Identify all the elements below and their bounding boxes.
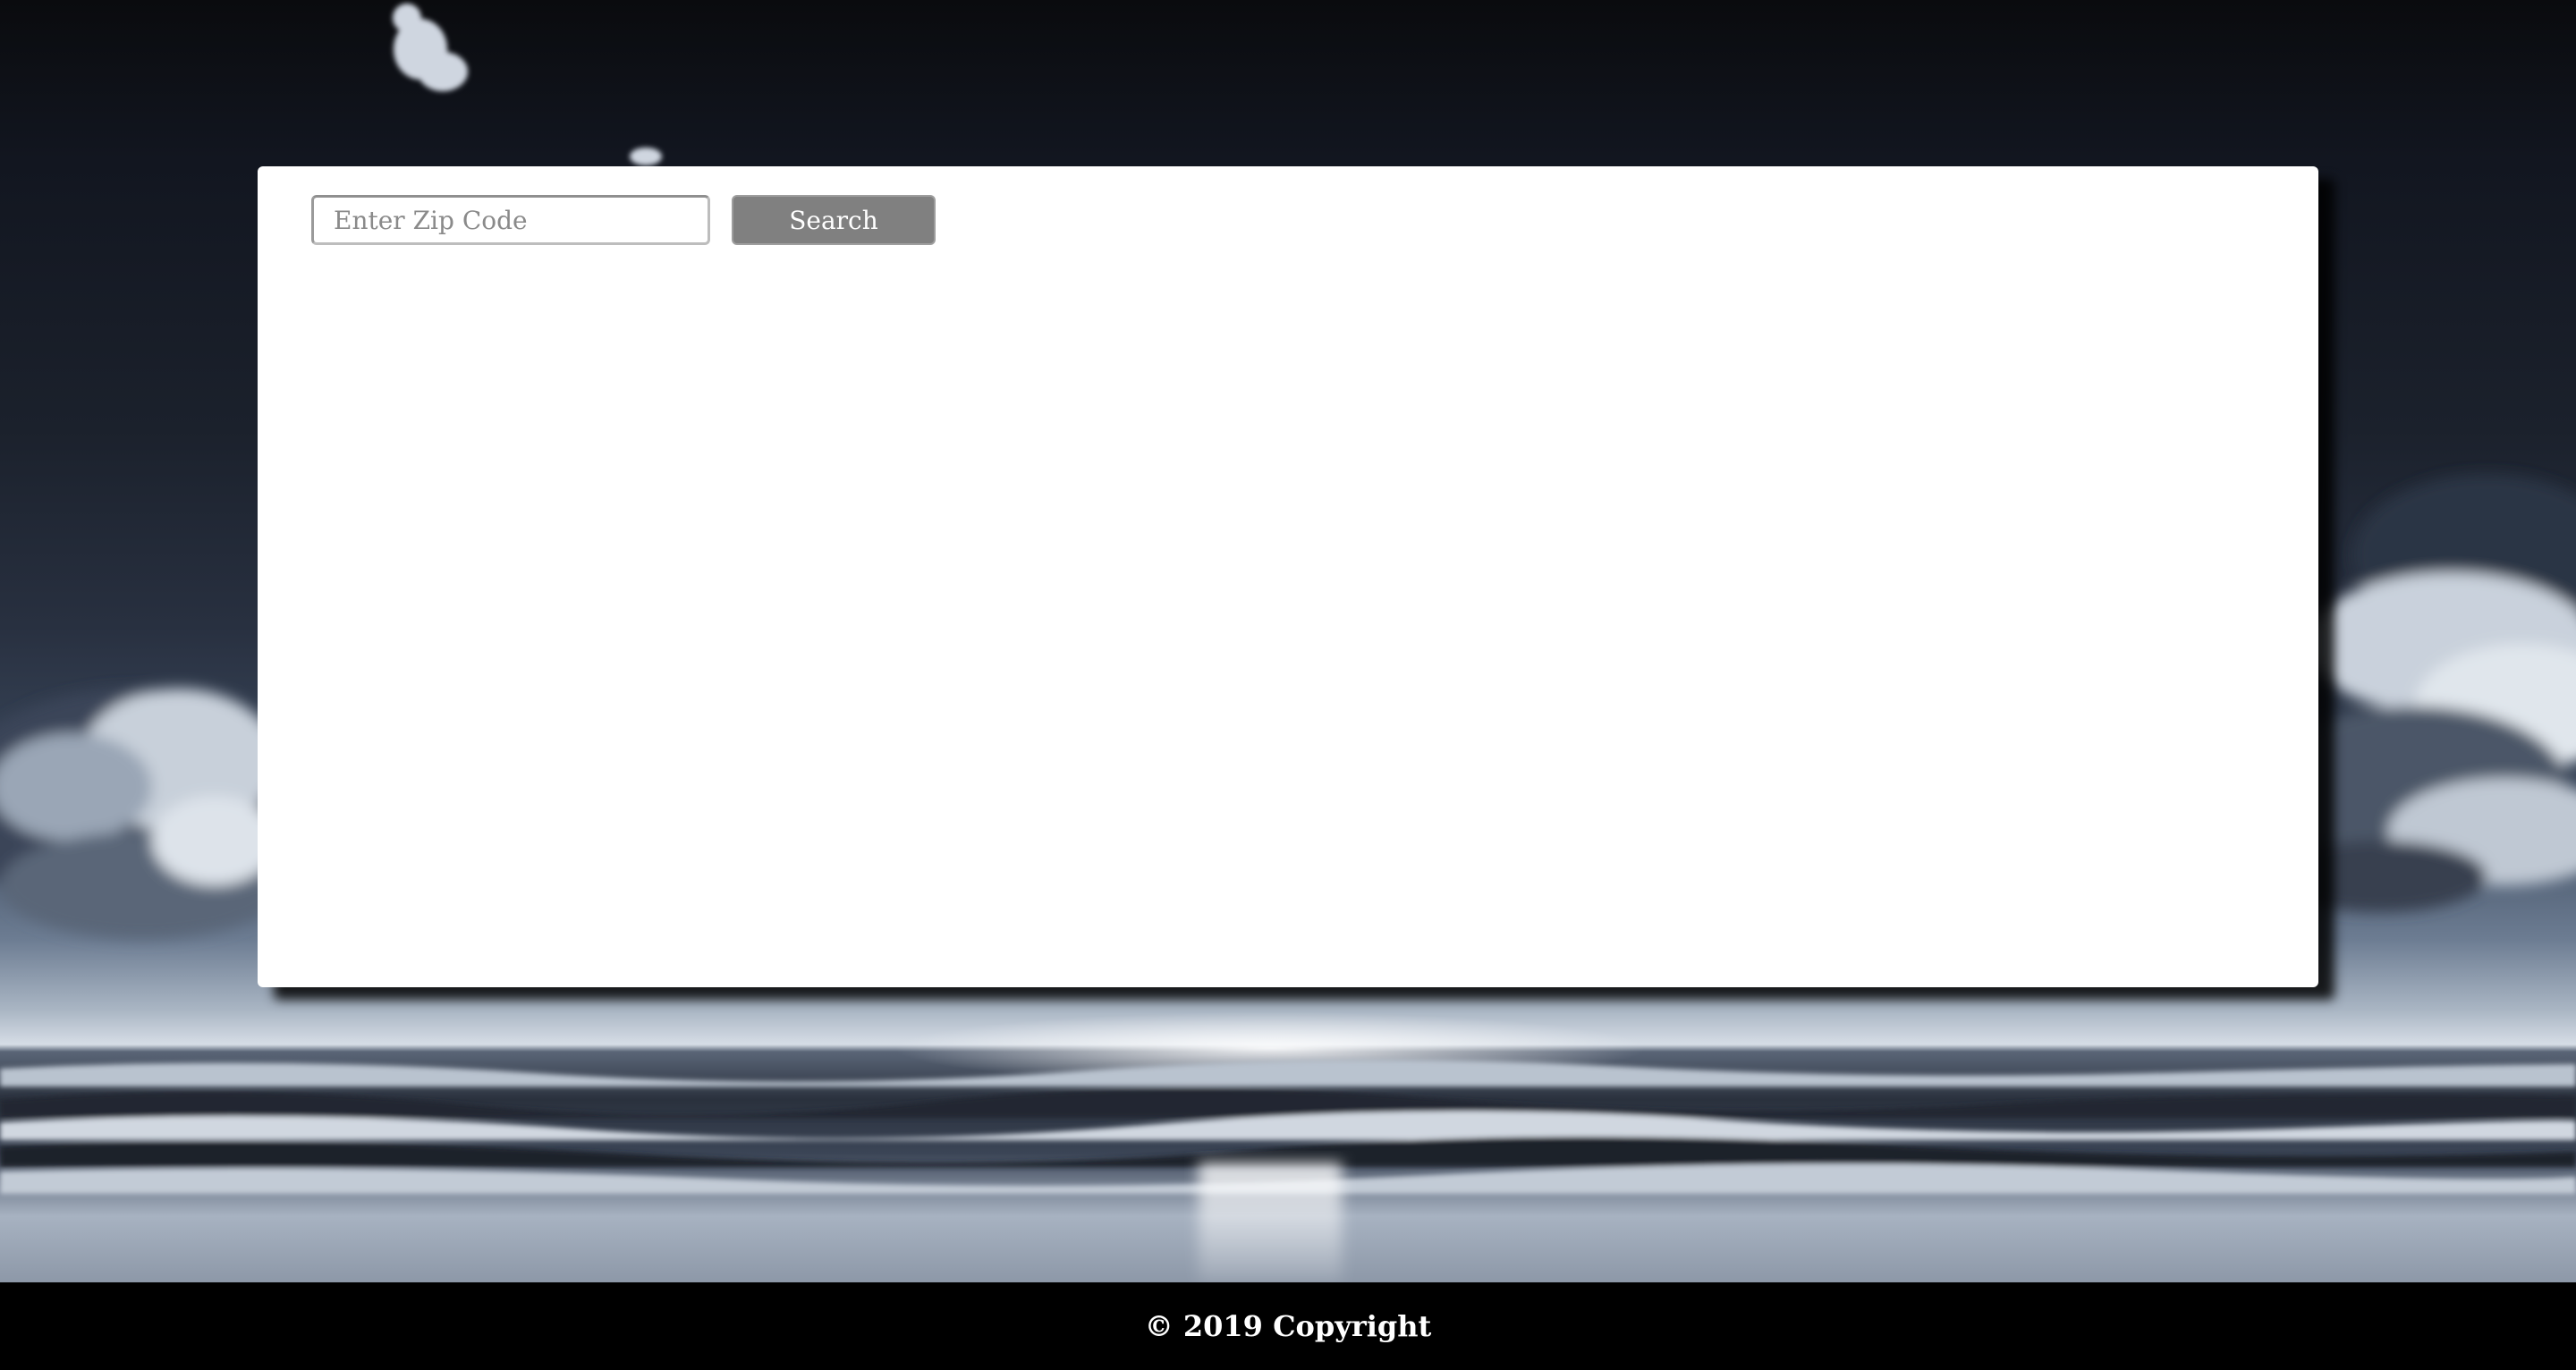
sun-reflection xyxy=(1199,1163,1342,1282)
zip-code-input[interactable] xyxy=(311,195,710,245)
search-bar: Search xyxy=(311,195,936,245)
main-card: Search xyxy=(258,166,2318,987)
footer: © 2019 Copyright xyxy=(0,1282,2576,1370)
cloud-top xyxy=(393,4,662,165)
search-button[interactable]: Search xyxy=(732,195,936,245)
copyright-text: © 2019 Copyright xyxy=(1144,1309,1432,1343)
